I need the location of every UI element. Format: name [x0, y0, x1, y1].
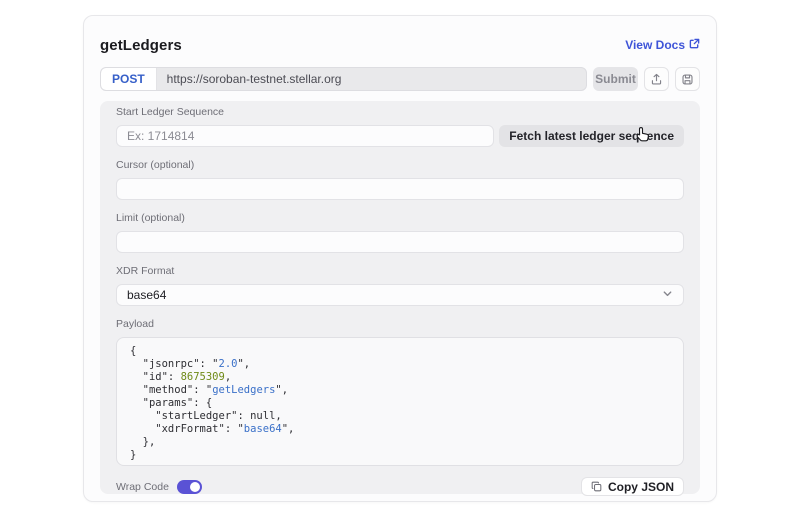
xdr-format-selected-value: base64 [127, 288, 166, 302]
payload-field: Payload { "jsonrpc": "2.0", "id": 867530… [116, 319, 684, 466]
endpoint-url-field[interactable]: https://soroban-testnet.stellar.org [157, 68, 586, 90]
save-icon [681, 73, 694, 86]
xdr-format-field: XDR Format base64 [116, 266, 684, 306]
request-form-panel: Start Ledger Sequence Fetch latest ledge… [100, 101, 700, 494]
payload-code[interactable]: { "jsonrpc": "2.0", "id": 8675309, "meth… [116, 337, 684, 466]
page-title: getLedgers [100, 37, 182, 54]
http-method-badge: POST [101, 68, 157, 90]
endpoint-input-group[interactable]: POST https://soroban-testnet.stellar.org [100, 67, 587, 91]
fetch-latest-ledger-button[interactable]: Fetch latest ledger sequence [499, 125, 684, 147]
external-link-icon [689, 38, 700, 52]
xdr-format-label: XDR Format [116, 266, 684, 277]
card-header: getLedgers View Docs [100, 36, 700, 54]
start-ledger-input[interactable] [116, 125, 494, 147]
limit-input[interactable] [116, 231, 684, 253]
copy-json-button[interactable]: Copy JSON [581, 477, 684, 496]
cursor-input[interactable] [116, 178, 684, 200]
cursor-field: Cursor (optional) [116, 160, 684, 200]
share-icon [650, 73, 663, 86]
view-docs-label: View Docs [625, 38, 685, 52]
request-bar: POST https://soroban-testnet.stellar.org… [100, 67, 700, 91]
xdr-format-select[interactable]: base64 [116, 284, 684, 306]
copy-icon [591, 481, 602, 492]
limit-label: Limit (optional) [116, 213, 684, 224]
panel-footer: Wrap Code Copy JSON [116, 477, 684, 496]
api-explorer-card: getLedgers View Docs POST https://soroba… [83, 15, 717, 502]
payload-label: Payload [116, 319, 684, 330]
toggle-knob [190, 482, 200, 492]
copy-json-label: Copy JSON [608, 480, 674, 494]
submit-button[interactable]: Submit [593, 67, 638, 91]
chevron-down-icon [662, 288, 673, 302]
share-button[interactable] [644, 67, 669, 91]
wrap-code-toggle[interactable] [177, 480, 202, 494]
start-ledger-label: Start Ledger Sequence [116, 107, 684, 118]
limit-field: Limit (optional) [116, 213, 684, 253]
cursor-label: Cursor (optional) [116, 160, 684, 171]
save-button[interactable] [675, 67, 700, 91]
start-ledger-field: Start Ledger Sequence Fetch latest ledge… [116, 107, 684, 147]
view-docs-link[interactable]: View Docs [625, 38, 700, 52]
wrap-code-label: Wrap Code [116, 481, 169, 493]
